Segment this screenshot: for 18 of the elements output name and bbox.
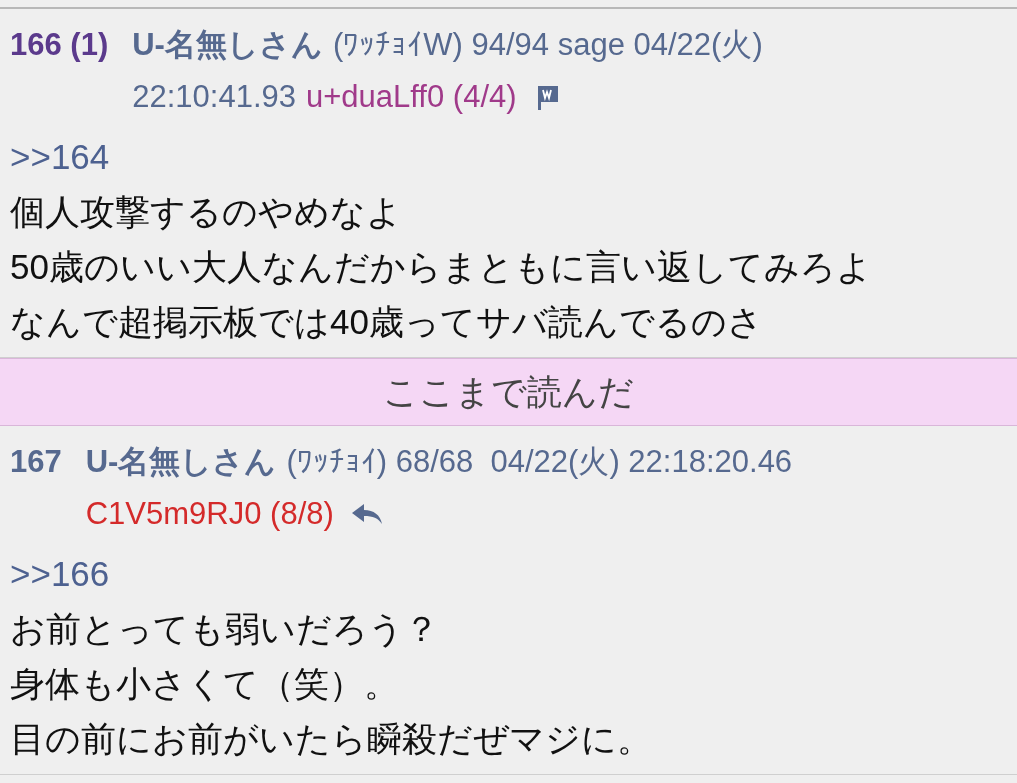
post-number[interactable]: 167 bbox=[10, 436, 62, 488]
reply-anchor-link[interactable]: >>164 bbox=[10, 129, 1017, 184]
poster-name: U-名無しさん bbox=[132, 26, 323, 64]
read-marker-label: ここまで読んだ bbox=[383, 370, 634, 413]
post-text-line: なんで超掲示板では40歳ってサバ読んでるのさ bbox=[10, 301, 764, 343]
post-text-line: お前とっても弱いだろう？ bbox=[10, 608, 440, 650]
reply-anchor-link[interactable]: >>166 bbox=[10, 546, 1017, 601]
poster-name: U-名無しさん bbox=[85, 443, 277, 481]
post-text-line: 50歳のいい大人なんだからまともに言い返してみろよ bbox=[10, 246, 873, 288]
post-number[interactable]: 166 (1) bbox=[10, 19, 109, 71]
post-text-line: 個人攻撃するのやめなよ bbox=[10, 191, 403, 233]
post-text-line: 身体も小さくて（笑）。 bbox=[10, 663, 400, 705]
post-info: 22:10:41.93 bbox=[132, 78, 296, 116]
poster-id[interactable]: C1V5m9RJ0 (8/8) bbox=[85, 488, 334, 540]
post-info: (ﾜｯﾁｮｲW) 94/94 sage 04/22(火) bbox=[332, 26, 763, 64]
post-info: (ﾜｯﾁｮｲ) 68/68 04/22(火) 22:18:20.46 bbox=[286, 443, 793, 481]
poster-id[interactable]: u+duaLff0 (4/4) bbox=[306, 71, 517, 123]
post-text-line: 目の前にお前がいたら瞬殺だぜマジに。 bbox=[10, 718, 653, 760]
